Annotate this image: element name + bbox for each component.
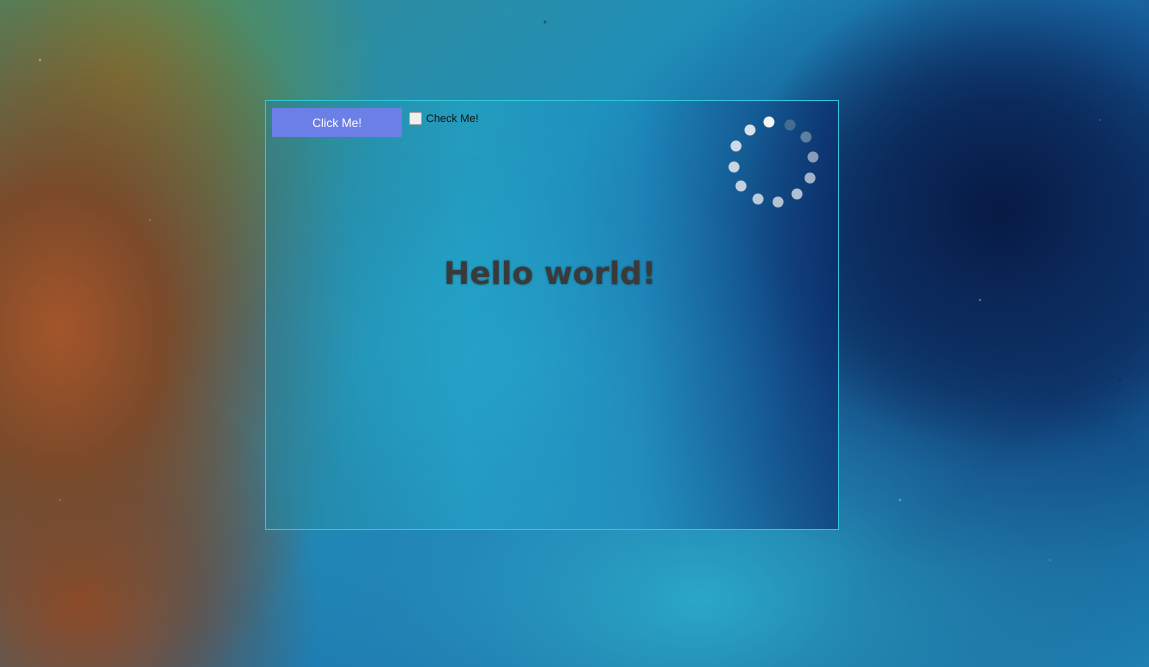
loading-spinner-icon	[728, 116, 819, 208]
glass-window: Click Me! Check Me! Hello world!	[265, 100, 839, 530]
spinner-dot	[772, 196, 784, 208]
spinner-dot	[784, 119, 796, 131]
spinner-dot	[763, 116, 775, 128]
hello-world-heading: Hello world!	[443, 256, 657, 292]
spinner-dot	[800, 131, 812, 143]
check-me-checkbox[interactable]: Check Me!	[409, 112, 479, 125]
spinner-dot	[791, 188, 803, 200]
checkbox-label: Check Me!	[426, 112, 479, 125]
spinner-dot	[744, 124, 756, 136]
spinner-dot	[807, 151, 819, 163]
spinner-dot	[730, 140, 742, 152]
spinner-dot	[752, 193, 764, 205]
checkbox-box[interactable]	[409, 112, 422, 125]
click-me-button[interactable]: Click Me!	[272, 108, 402, 137]
spinner-dot	[804, 172, 816, 184]
spinner-dot	[735, 180, 747, 192]
spinner-dot	[728, 161, 740, 173]
